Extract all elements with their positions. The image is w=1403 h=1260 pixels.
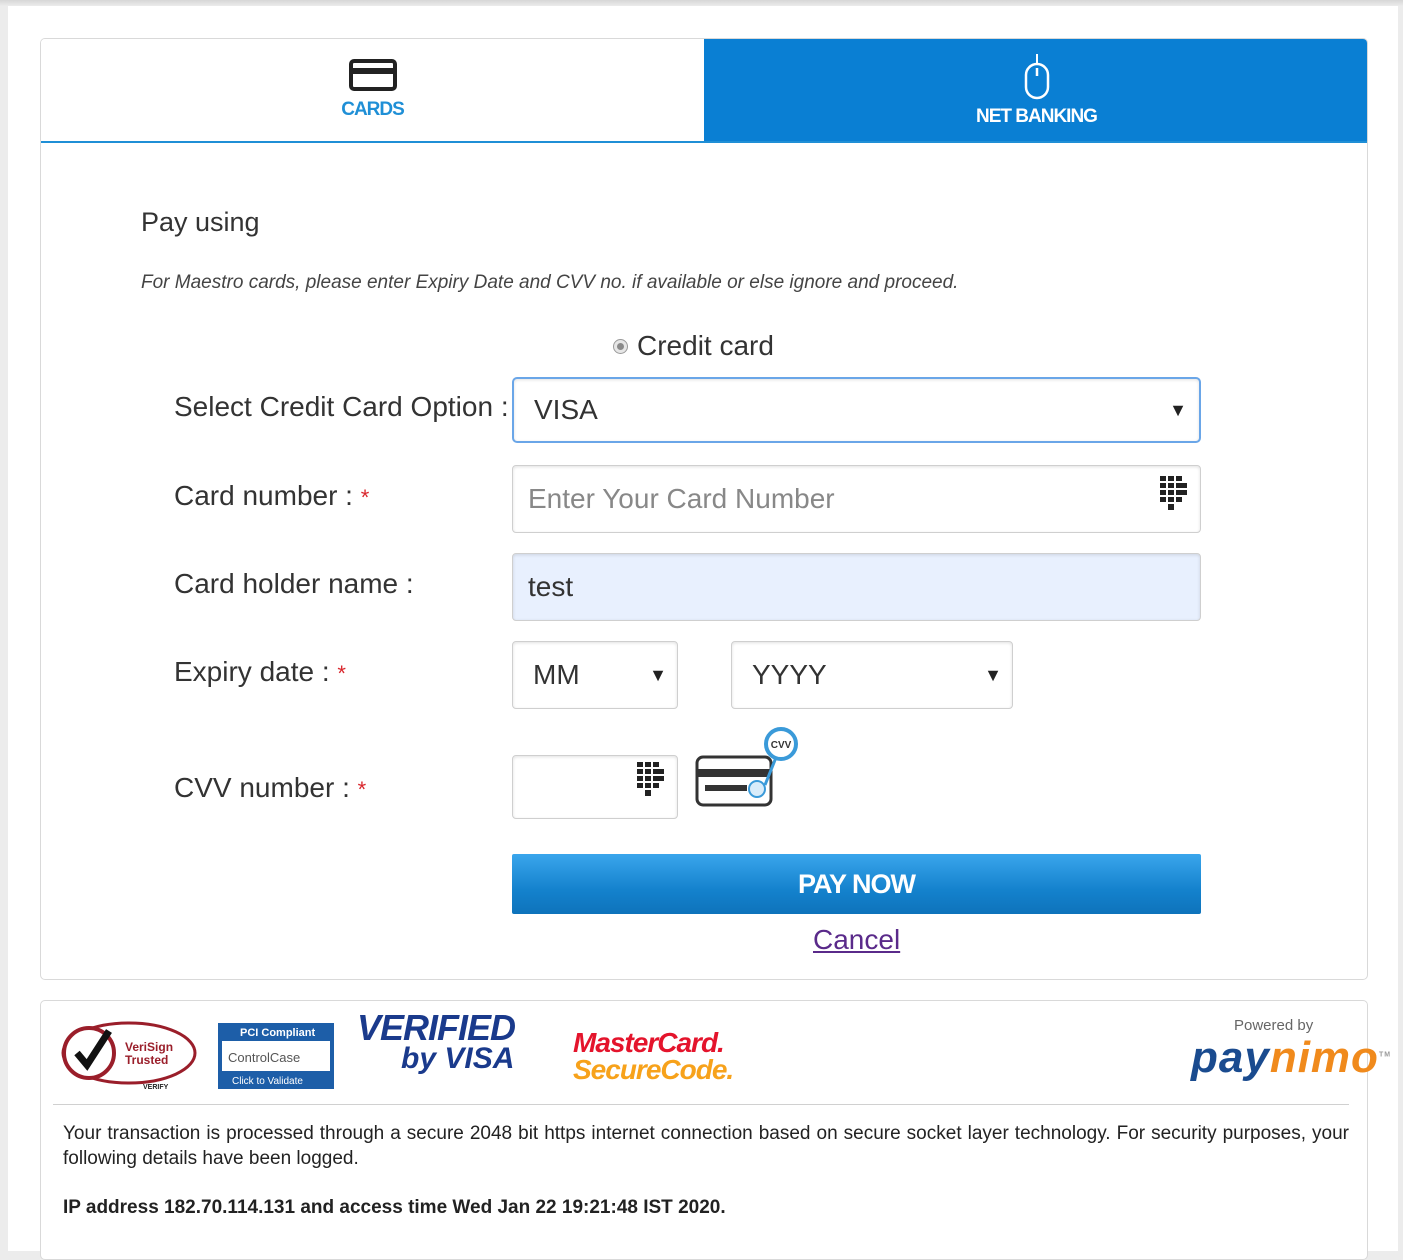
security-notice: Your transaction is processed through a … [63, 1123, 1349, 1169]
credit-card-radio-label: Credit card [637, 330, 774, 361]
cvv-card-icon: CVV [695, 727, 798, 807]
expiry-year-select[interactable]: YYYY ▼ [731, 641, 1013, 709]
vbv-line2: by VISA [401, 1042, 515, 1075]
chevron-down-icon: ▼ [649, 664, 667, 685]
tab-net-banking[interactable]: NET BANKING [704, 39, 1367, 141]
mouse-icon [1024, 54, 1049, 100]
cvv-hint-text: CVV [771, 740, 792, 751]
card-number-label-text: Card number : [174, 480, 353, 511]
pci-compliant-badge[interactable]: PCI Compliant ControlCase Click to Valid… [218, 1023, 334, 1089]
pay-now-button[interactable]: PAY NOW [512, 854, 1201, 914]
expiry-month-value: MM [533, 659, 580, 690]
card-number-input[interactable]: Enter Your Card Number [512, 465, 1201, 533]
cancel-link[interactable]: Cancel [813, 924, 900, 956]
trust-badges-row: VeriSign Trusted VERIFY PCI Compliant Co… [41, 1001, 1390, 1103]
pci-line1: PCI Compliant [240, 1027, 316, 1039]
credit-card-option-row[interactable]: Credit card [613, 330, 774, 362]
mastercard-line1: MasterCard. [573, 1027, 725, 1058]
expiry-label: Expiry date : * [174, 656, 346, 688]
maestro-note: For Maestro cards, please enter Expiry D… [141, 272, 959, 293]
card-number-placeholder: Enter Your Card Number [528, 483, 835, 514]
card-number-label: Card number : * [174, 480, 369, 512]
verisign-line1: VeriSign [125, 1040, 173, 1054]
pci-line3: Click to Validate [232, 1076, 303, 1087]
cvv-input[interactable] [512, 755, 678, 819]
credit-card-radio[interactable] [613, 338, 628, 354]
paynimo-tm: TM [1378, 1051, 1392, 1059]
verisign-trusted-badge[interactable]: VeriSign Trusted VERIFY [59, 1013, 203, 1091]
required-mark: * [337, 661, 346, 686]
holder-name-input[interactable]: test [512, 553, 1201, 621]
paynimo-nimo: nimo [1269, 1033, 1379, 1082]
footer-panel: VeriSign Trusted VERIFY PCI Compliant Co… [40, 1000, 1390, 1260]
required-mark: * [360, 485, 370, 510]
tab-cards[interactable]: CARDS [41, 39, 704, 141]
payment-tabs: CARDS NET BANKING [41, 39, 1367, 143]
paynimo-logo: paynimoTM [1191, 1033, 1391, 1083]
verified-by-visa-badge[interactable]: VERIFIED by VISA [357, 1007, 516, 1075]
verisign-line2: Trusted [125, 1053, 168, 1067]
powered-by-label: Powered by [1234, 1017, 1314, 1034]
pay-using-heading: Pay using [141, 207, 260, 237]
expiry-label-text: Expiry date : [174, 656, 330, 687]
holder-name-label: Card holder name : [174, 568, 414, 599]
tab-net-banking-label: NET BANKING [976, 106, 1098, 127]
chevron-down-icon: ▼ [1169, 399, 1187, 420]
expiry-year-value: YYYY [752, 659, 827, 690]
pci-line2: ControlCase [228, 1050, 300, 1065]
cvv-label: CVV number : * [174, 772, 366, 804]
ip-access-log: IP address 182.70.114.131 and access tim… [63, 1197, 726, 1218]
paynimo-pay: pay [1191, 1033, 1270, 1082]
payment-panel: CARDS NET BANKING Pay using For Maestro … [40, 38, 1368, 980]
virtual-keypad-icon[interactable] [635, 760, 665, 798]
mastercard-securecode-badge[interactable]: MasterCard. SecureCode. [573, 1027, 734, 1085]
holder-name-value: test [528, 571, 574, 602]
card-option-value: VISA [534, 394, 598, 425]
required-mark: * [357, 777, 367, 802]
tab-cards-label: CARDS [341, 99, 405, 120]
chevron-down-icon: ▼ [984, 664, 1002, 685]
card-option-select[interactable]: VISA ▼ [512, 377, 1201, 443]
footer-divider [53, 1104, 1349, 1105]
cvv-label-text: CVV number : [174, 772, 350, 803]
expiry-month-select[interactable]: MM ▼ [512, 641, 678, 709]
vbv-line1: VERIFIED [357, 1007, 516, 1048]
mastercard-line2: SecureCode. [573, 1054, 734, 1085]
credit-card-icon [348, 59, 397, 91]
verisign-sub: VERIFY [143, 1084, 169, 1091]
card-option-label: Select Credit Card Option : [174, 391, 509, 422]
virtual-keypad-icon[interactable] [1158, 474, 1188, 512]
